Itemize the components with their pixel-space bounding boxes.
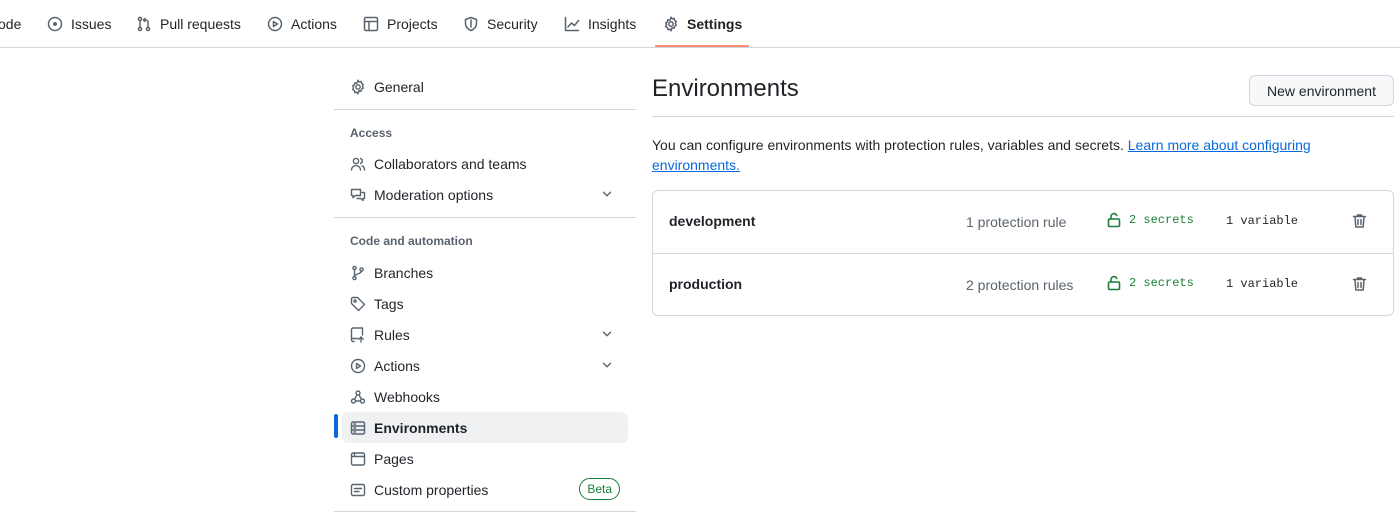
issue-opened-icon [47, 16, 63, 32]
trash-icon [1352, 277, 1366, 291]
sidebar-item-custom-properties[interactable]: Custom properties Beta [342, 474, 628, 505]
sidebar-item-actions[interactable]: Actions [342, 350, 628, 381]
sidebar-item-label: Pages [374, 450, 414, 467]
sidebar-divider [334, 217, 636, 218]
sidebar-item-label: Actions [374, 357, 420, 374]
shield-icon [464, 16, 478, 32]
tab-actions-label: Actions [291, 16, 337, 32]
sidebar-item-tags[interactable]: Tags [342, 288, 628, 319]
repo-push-icon [350, 326, 364, 343]
chevron-down-icon [602, 331, 612, 337]
sidebar-item-general[interactable]: General [342, 71, 628, 102]
title-divider [652, 116, 1394, 117]
sidebar-item-collaborators[interactable]: Collaborators and teams [342, 148, 628, 179]
tab-security[interactable]: Security [463, 0, 538, 48]
sidebar-item-environments[interactable]: Environments [342, 412, 628, 443]
gear-icon [664, 16, 678, 32]
unlock-icon [1107, 212, 1121, 228]
beta-badge: Beta [579, 478, 620, 500]
secrets-count: 2 secrets [1107, 212, 1194, 228]
git-pull-request-icon [137, 16, 151, 32]
environment-row: production 2 protection rules 2 secrets … [653, 253, 1393, 315]
tab-insights-label: Insights [588, 16, 637, 32]
protection-rules-count: 1 protection rule [966, 214, 1067, 230]
settings-sidebar: General Access Collaborators and teams M… [334, 48, 636, 515]
variables-count: 1 variable [1226, 277, 1299, 291]
sidebar-item-label: General [374, 78, 424, 95]
chevron-down-icon [602, 191, 612, 197]
webhook-icon [350, 389, 366, 404]
secrets-count: 2 secrets [1107, 275, 1194, 291]
delete-environment-button[interactable] [1350, 275, 1368, 293]
sidebar-item-label: Moderation options [374, 186, 494, 203]
active-item-indicator [334, 414, 338, 438]
git-branch-icon [352, 265, 364, 280]
tab-issues[interactable]: Issues [47, 0, 111, 48]
repo-nav: ode Issues Pull requests Actions Project… [0, 0, 1400, 48]
sidebar-item-label: Branches [374, 264, 434, 281]
sidebar-item-pages[interactable]: Pages [342, 443, 628, 474]
table-icon [363, 16, 379, 32]
tab-insights[interactable]: Insights [564, 0, 636, 48]
sidebar-heading-access: Access [350, 126, 393, 140]
tag-icon [350, 296, 366, 311]
protection-rules-count: 2 protection rules [966, 277, 1074, 293]
secrets-label: 2 secrets [1129, 276, 1194, 290]
tab-settings-label: Settings [687, 16, 743, 32]
sidebar-item-moderation[interactable]: Moderation options [342, 179, 628, 210]
graph-icon [564, 16, 580, 32]
sidebar-item-label: Collaborators and teams [374, 155, 527, 172]
tab-issues-label: Issues [71, 16, 112, 32]
tab-projects-label: Projects [387, 16, 438, 32]
environments-list: development 1 protection rule 2 secrets … [652, 190, 1394, 316]
tab-actions[interactable]: Actions [267, 0, 337, 48]
sidebar-item-rules[interactable]: Rules [342, 319, 628, 350]
note-icon [350, 483, 366, 496]
environments-description: You can configure environments with prot… [652, 135, 1352, 175]
tab-pull-requests[interactable]: Pull requests [136, 0, 241, 48]
sidebar-item-label: Tags [374, 295, 404, 312]
unlock-icon [1107, 275, 1121, 291]
selected-tab-underline [655, 45, 749, 47]
sidebar-item-label: Webhooks [374, 388, 440, 405]
sidebar-divider [334, 109, 636, 110]
tab-settings[interactable]: Settings [663, 0, 742, 48]
trash-icon [1352, 214, 1366, 228]
sidebar-divider [334, 511, 636, 512]
tab-code-label: ode [0, 16, 22, 32]
tab-code[interactable]: ode [0, 0, 21, 48]
server-icon [350, 420, 366, 435]
play-icon [267, 16, 283, 32]
chevron-down-icon [602, 362, 612, 368]
sidebar-item-branches[interactable]: Branches [342, 257, 628, 288]
environment-row: development 1 protection rule 2 secrets … [653, 191, 1393, 253]
sidebar-item-webhooks[interactable]: Webhooks [342, 381, 628, 412]
sidebar-item-label: Custom properties [374, 481, 489, 498]
gear-icon [352, 79, 364, 94]
tab-pull-requests-label: Pull requests [160, 16, 241, 32]
delete-environment-button[interactable] [1350, 212, 1368, 230]
environment-name-link[interactable]: development [669, 213, 755, 229]
play-icon [350, 358, 366, 373]
tab-projects[interactable]: Projects [363, 0, 438, 48]
variables-count: 1 variable [1226, 214, 1299, 228]
secrets-label: 2 secrets [1129, 213, 1194, 227]
people-icon [350, 157, 366, 171]
sidebar-item-label: Environments [374, 419, 468, 436]
environments-panel: Environments New environment You can con… [652, 48, 1394, 515]
browser-icon [350, 451, 366, 466]
comment-discussion-icon [350, 188, 366, 201]
new-environment-button[interactable]: New environment [1249, 75, 1394, 106]
sidebar-heading-code-automation: Code and automation [350, 234, 473, 248]
page-title: Environments [652, 75, 799, 102]
sidebar-item-label: Rules [374, 326, 410, 343]
tab-security-label: Security [487, 16, 538, 32]
environment-name-link[interactable]: production [669, 276, 742, 292]
description-text: You can configure environments with prot… [652, 137, 1124, 153]
